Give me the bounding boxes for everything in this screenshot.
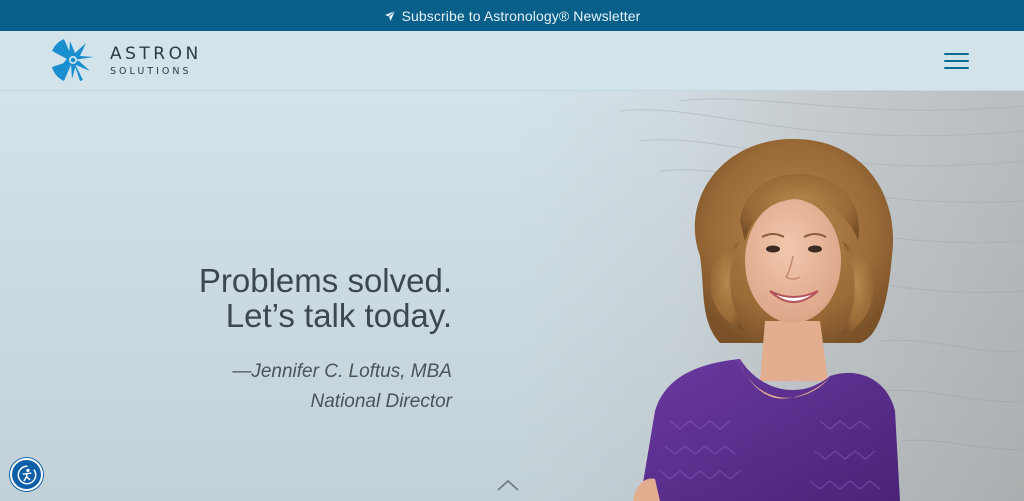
accessibility-button[interactable]: [10, 458, 43, 491]
attribution-name: —Jennifer C. Loftus, MBA: [232, 361, 452, 382]
site-header: ASTRON SOLUTIONS: [0, 31, 1024, 91]
astron-star-logo-icon: [52, 39, 94, 81]
hero-section: Problems solved. Let’s talk today. —Jenn…: [0, 91, 1024, 501]
accessibility-icon: [17, 465, 36, 484]
hero-photo: [0, 91, 1024, 501]
newsletter-bar[interactable]: Subscribe to Astronology® Newsletter: [0, 0, 1024, 31]
headline-line-1: Problems solved.: [198, 262, 452, 299]
attribution-title: National Director: [310, 391, 453, 412]
logo-subtitle: SOLUTIONS: [110, 65, 192, 77]
hero-attribution: —Jennifer C. Loftus, MBA National Direct…: [232, 357, 452, 417]
site-logo[interactable]: ASTRON SOLUTIONS: [50, 37, 202, 83]
chevron-up-icon[interactable]: [496, 478, 520, 492]
newsletter-link[interactable]: Subscribe to Astronology® Newsletter: [402, 8, 641, 24]
hero-headline: Problems solved. Let’s talk today.: [199, 263, 452, 333]
paper-plane-icon: [384, 10, 395, 21]
logo-title: ASTRON: [110, 43, 202, 64]
hamburger-menu-icon[interactable]: [944, 51, 969, 71]
headline-line-2: Let’s talk today.: [225, 297, 452, 334]
